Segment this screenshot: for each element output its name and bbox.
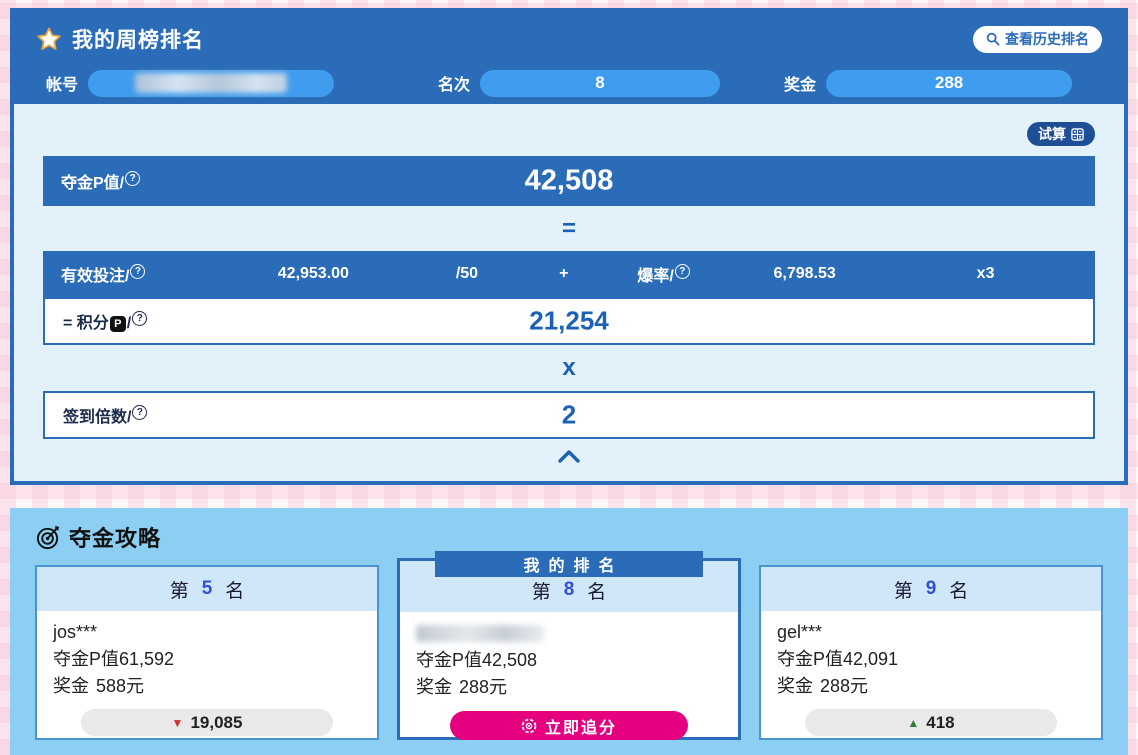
prize-field: 奖金 288 xyxy=(784,70,1072,97)
rank-suffix: 名 xyxy=(949,576,968,603)
rank-field: 名次 8 xyxy=(438,70,720,97)
prize-value-pill: 288 xyxy=(826,70,1072,97)
bet-and-burst-row: 有效投注/? 42,953.00 /50 + 爆率/? 6,798.53 x3 xyxy=(43,251,1095,297)
valid-bet-amount: 42,953.00 xyxy=(278,265,349,283)
help-icon[interactable]: ? xyxy=(132,405,147,420)
page-title: 我的周榜排名 xyxy=(72,24,204,54)
rank-number: 5 xyxy=(202,578,213,600)
blurred-account-value xyxy=(135,73,288,93)
p-badge-icon: P xyxy=(110,316,126,332)
view-history-button[interactable]: 查看历史排名 xyxy=(973,26,1102,53)
account-value-pill xyxy=(88,70,334,97)
points-amount: 21,254 xyxy=(529,306,609,337)
account-field: 帐号 xyxy=(46,70,334,97)
strategy-panel: 夺金攻略 第 5 名 jos*** 夺金P值61,592 奖金588元 ▼ 19… xyxy=(10,508,1128,755)
rank-number: 8 xyxy=(564,579,575,601)
rank-card-9: 第 9 名 gel*** 夺金P值42,091 奖金288元 ▲ 418 xyxy=(759,565,1103,740)
multiply-operator: x xyxy=(43,345,1095,391)
rank-card-header: 第 5 名 xyxy=(37,567,377,611)
card-username: jos*** xyxy=(53,619,361,646)
card-p-value-line: 夺金P值42,091 xyxy=(777,646,1085,673)
rank-card-5: 第 5 名 jos*** 夺金P值61,592 奖金588元 ▼ 19,085 xyxy=(35,565,379,740)
rank-prefix: 第 xyxy=(894,576,913,603)
card-p-value-line: 夺金P值61,592 xyxy=(53,646,361,673)
chase-points-button[interactable]: 立即追分 xyxy=(450,711,689,740)
signin-multiplier-label: 签到倍数/? xyxy=(63,403,147,427)
delta-value: 418 xyxy=(926,713,954,733)
trial-calc-label: 试算 xyxy=(1038,124,1066,144)
signin-multiplier-row: 签到倍数/? 2 xyxy=(43,391,1095,439)
view-history-label: 查看历史排名 xyxy=(1005,29,1089,49)
points-label: = 积分P/? xyxy=(63,309,147,333)
collapse-chevron-icon[interactable] xyxy=(43,439,1095,473)
weekly-ranking-panel: 我的周榜排名 查看历史排名 帐号 名次 8 奖金 288 xyxy=(10,8,1128,485)
trial-calc-button[interactable]: 试算 xyxy=(1027,122,1095,146)
card-prize-line: 奖金288元 xyxy=(416,674,722,701)
valid-bet-label: 有效投注/? xyxy=(61,262,145,286)
delta-value: 19,085 xyxy=(190,713,242,733)
chip-icon xyxy=(521,718,537,734)
rank-suffix: 名 xyxy=(225,576,244,603)
prize-label: 奖金 xyxy=(784,71,816,95)
rank-suffix: 名 xyxy=(587,577,606,604)
blurred-username xyxy=(416,625,544,642)
burst-multiplier: x3 xyxy=(977,265,995,283)
p-value-label: 夺金P值/? xyxy=(61,169,140,193)
rank-label: 名次 xyxy=(438,71,470,95)
card-prize-line: 奖金288元 xyxy=(777,673,1085,700)
rank-prefix: 第 xyxy=(532,577,551,604)
burst-rate-label: 爆率/? xyxy=(637,262,689,286)
rank-number: 9 xyxy=(926,578,937,600)
rank-card-header: 第 9 名 xyxy=(761,567,1101,611)
help-icon[interactable]: ? xyxy=(675,264,690,279)
search-icon xyxy=(986,32,1000,46)
card-username: gel*** xyxy=(777,619,1085,646)
rank-cards: 第 5 名 jos*** 夺金P值61,592 奖金588元 ▼ 19,085 … xyxy=(35,552,1103,740)
help-icon[interactable]: ? xyxy=(130,264,145,279)
plus-operator: + xyxy=(559,265,568,283)
rank-value-pill: 8 xyxy=(480,70,720,97)
calculator-icon xyxy=(1071,128,1084,141)
help-icon[interactable]: ? xyxy=(125,171,140,186)
signin-multiplier-value: 2 xyxy=(562,400,576,431)
burst-rate-amount: 6,798.53 xyxy=(774,265,836,283)
panel-header: 我的周榜排名 查看历史排名 帐号 名次 8 奖金 288 xyxy=(14,12,1124,104)
p-value-amount: 42,508 xyxy=(525,165,614,198)
strategy-title-row: 夺金攻略 xyxy=(35,522,1103,552)
equals-operator: = xyxy=(43,206,1095,251)
delta-pill: ▼ 19,085 xyxy=(81,709,334,736)
card-p-value-line: 夺金P值42,508 xyxy=(416,647,722,674)
bet-divisor: /50 xyxy=(456,265,478,283)
chase-points-label: 立即追分 xyxy=(545,714,617,738)
rank-card-8-mine: 我的排名 第 8 名 夺金P值42,508 奖金288元 立即追分 xyxy=(397,558,741,740)
p-value-row: 夺金P值/? 42,508 xyxy=(43,156,1095,206)
star-icon xyxy=(36,26,62,52)
up-triangle-icon: ▲ xyxy=(907,717,919,729)
down-triangle-icon: ▼ xyxy=(172,717,184,729)
strategy-title: 夺金攻略 xyxy=(69,521,161,553)
points-row: = 积分P/? 21,254 xyxy=(43,297,1095,345)
delta-pill: ▲ 418 xyxy=(805,709,1058,736)
help-icon[interactable]: ? xyxy=(132,311,147,326)
rank-prefix: 第 xyxy=(170,576,189,603)
target-dart-icon xyxy=(35,524,62,551)
account-label: 帐号 xyxy=(46,71,78,95)
calculation-body: 试算 夺金P值/? 42,508 = 有效投注/? 42,953.00 /50 … xyxy=(14,122,1124,473)
my-rank-tab: 我的排名 xyxy=(435,551,703,577)
card-prize-line: 奖金588元 xyxy=(53,673,361,700)
